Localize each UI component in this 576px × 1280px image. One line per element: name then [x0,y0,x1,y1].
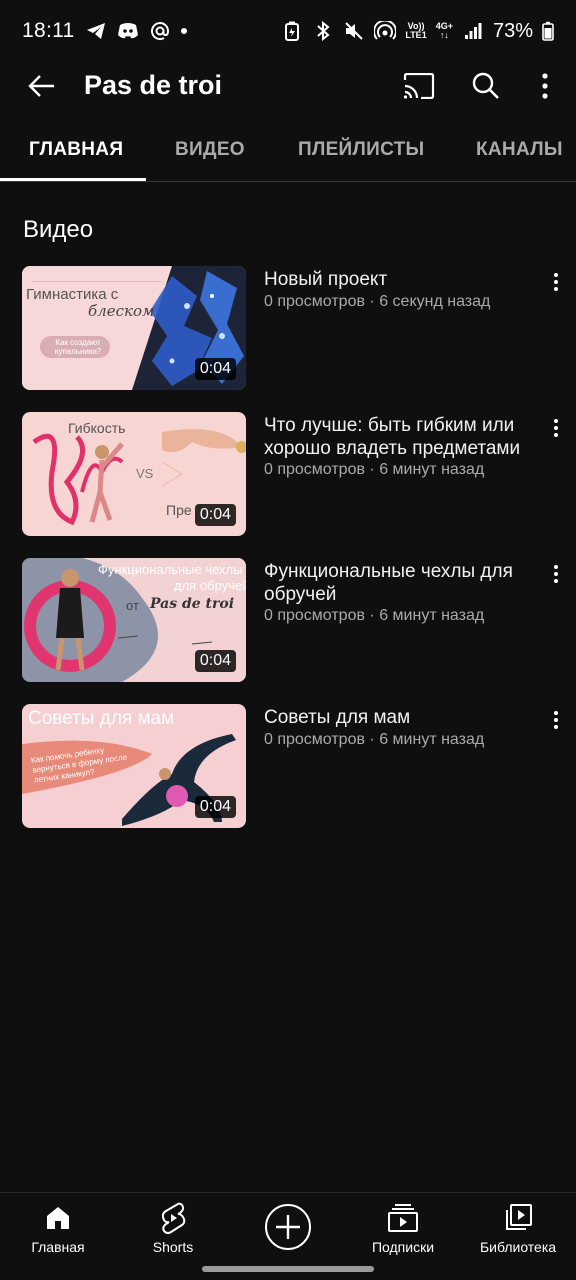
thumbnail-text: Функциональные чехлы [98,562,243,577]
signal-icon [462,20,484,42]
battery-icon [542,20,554,42]
at-icon [149,20,171,42]
video-duration: 0:04 [194,796,236,818]
more-vert-icon[interactable] [542,268,570,296]
nav-create[interactable] [233,1203,343,1267]
more-vert-icon[interactable] [542,414,570,442]
thumbnail-text: Гибкость [68,420,126,436]
video-thumbnail[interactable]: Советы для мам Как помочь ребенку вернут… [22,704,246,828]
create-plus-icon [264,1203,312,1251]
video-thumbnail[interactable]: Гимнастика с блеском Как создают купальн… [22,266,246,390]
video-duration: 0:04 [194,504,236,526]
video-title[interactable]: Функциональные чехлы для обручей [264,560,544,606]
nav-label: Главная [31,1239,85,1255]
tab-home[interactable]: ГЛАВНАЯ [29,118,123,181]
mute-icon [343,20,365,42]
home-icon [45,1201,71,1235]
status-time: 18:11 [22,19,75,42]
video-meta: 0 просмотров · 6 секунд назад [264,293,491,310]
nav-subscriptions[interactable]: Подписки [348,1201,458,1265]
nav-label: Библиотека [479,1239,557,1255]
nav-label: Подписки [371,1239,435,1255]
thumbnail-text: Гимнастика с [26,286,119,303]
tab-channels[interactable]: КАНАЛЫ [476,118,563,181]
status-bar: 18:11 Vo)) LTE1 4G+ ↑↓ 73% [0,0,576,62]
video-item[interactable]: Функциональные чехлы для обручей от Pas … [0,558,576,684]
search-icon[interactable] [464,64,508,108]
video-title[interactable]: Советы для мам [264,706,544,729]
more-vert-icon[interactable] [542,706,570,734]
shorts-icon [160,1201,186,1235]
app-bar: Pas de troi [0,62,576,118]
bluetooth-icon [312,20,334,42]
video-title[interactable]: Новый проект [264,268,544,291]
video-title[interactable]: Что лучше: быть гибким или хорошо владет… [264,414,544,460]
section-title: Видео [23,216,94,243]
more-vert-icon[interactable] [542,560,570,588]
discord-icon [117,20,139,42]
active-tab-indicator [0,178,146,181]
battery-percent: 73% [492,19,533,42]
thumbnail-text: Пре [166,502,192,518]
channel-title: Pas de troi [84,70,223,100]
thumbnail-text: Pas de troi [150,596,235,612]
subscriptions-icon [387,1201,419,1235]
video-item[interactable]: Советы для мам Как помочь ребенку вернут… [0,704,576,830]
thumbnail-text: от [126,598,139,613]
thumbnail-text: блеском [88,302,155,320]
nav-shorts[interactable]: Shorts [118,1201,228,1265]
nav-label: Shorts [152,1239,194,1255]
thumbnail-text: Советы для мам [28,708,175,729]
video-item[interactable]: Гимнастика с блеском Как создают купальн… [0,266,576,392]
nav-home[interactable]: Главная [3,1201,113,1265]
video-duration: 0:04 [194,650,236,672]
video-meta: 0 просмотров · 6 минут назад [264,461,485,478]
hotspot-icon [374,20,397,42]
volte-icon: Vo)) LTE1 [405,21,427,40]
video-thumbnail[interactable]: Гибкость VS Пре 0:04 [22,412,246,536]
4g-icon: 4G+ ↑↓ [435,21,453,40]
library-icon [504,1201,532,1235]
tab-playlists[interactable]: ПЛЕЙЛИСТЫ [298,118,424,181]
channel-tabs: ГЛАВНАЯ ВИДЕО ПЛЕЙЛИСТЫ КАНАЛЫ [0,118,576,182]
telegram-icon [85,20,107,42]
video-item[interactable]: Гибкость VS Пре 0:04 Что лучше: быть гиб… [0,412,576,538]
video-meta: 0 просмотров · 6 минут назад [264,731,485,748]
thumbnail-text: для обручей [174,578,246,593]
battery-saver-icon [281,20,303,42]
notification-dot-icon [180,28,187,34]
cast-icon[interactable] [397,64,441,108]
back-arrow-icon[interactable] [22,66,62,106]
video-meta: 0 просмотров · 6 минут назад [264,607,485,624]
thumbnail-text: VS [136,466,154,481]
nav-library[interactable]: Библиотека [463,1201,573,1265]
video-thumbnail[interactable]: Функциональные чехлы для обручей от Pas … [22,558,246,682]
more-vert-icon[interactable] [523,64,567,108]
gesture-home-indicator[interactable] [202,1266,374,1272]
tab-videos[interactable]: ВИДЕО [175,118,245,181]
thumbnail-text: Как создают купальники? [54,338,102,356]
video-duration: 0:04 [194,358,236,380]
